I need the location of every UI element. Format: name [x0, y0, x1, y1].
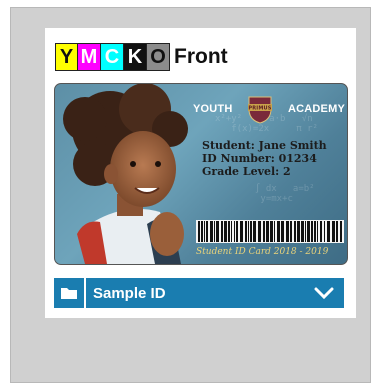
barcode [196, 220, 344, 243]
channel-yellow[interactable]: Y [55, 43, 78, 71]
student-name: Student: Jane Smith [202, 139, 327, 152]
channel-cyan[interactable]: C [101, 43, 124, 71]
channel-black[interactable]: K [124, 43, 147, 71]
chevron-down-icon [314, 287, 334, 299]
crest-icon: PRIMUS [248, 96, 273, 124]
student-photo [63, 84, 188, 264]
student-id-number: ID Number: 01234 [202, 152, 317, 165]
card-preview-panel: Y M C K O Front x²+y² ∑ a·b √n f(x)=2x π… [45, 28, 356, 318]
expand-button[interactable] [304, 278, 344, 308]
channel-magenta[interactable]: M [78, 43, 101, 71]
card-footer-text: Student ID Card 2018 - 2019 [196, 247, 329, 257]
open-folder-button[interactable] [54, 278, 86, 308]
folder-icon [61, 288, 77, 299]
school-name: YOUTH PRIMUS ACADEMY [193, 94, 345, 124]
print-side-header: Y M C K O Front [55, 42, 228, 72]
side-title: Front [174, 45, 228, 68]
template-select[interactable]: Sample ID [54, 278, 344, 308]
school-name-right: ACADEMY [287, 103, 345, 115]
background-pattern: ∫ dx a=b² y=mx+c [255, 184, 315, 204]
template-select-value: Sample ID [93, 284, 166, 302]
channel-overlay[interactable]: O [147, 43, 170, 71]
crest-label: PRIMUS [249, 106, 272, 112]
grade-level: Grade Level: 2 [202, 165, 291, 178]
school-name-left: YOUTH [193, 103, 233, 115]
student-info: Student: Jane Smith ID Number: 01234 Gra… [202, 139, 327, 178]
id-card-preview: x²+y² ∑ a·b √n f(x)=2x π r² ∫ dx a=b² y=… [54, 83, 348, 265]
